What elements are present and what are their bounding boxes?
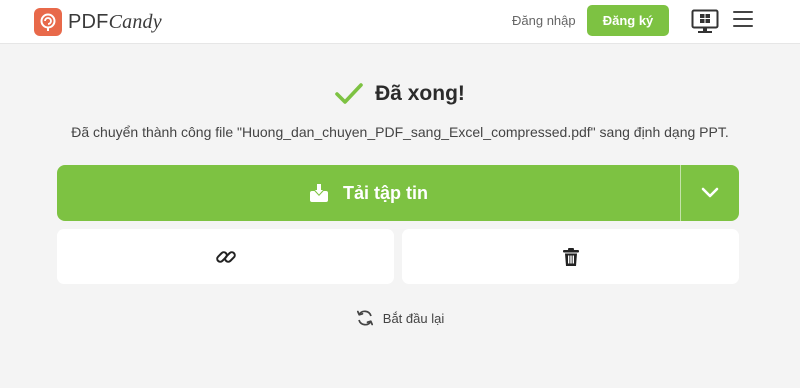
hamburger-menu-icon[interactable] <box>733 11 753 29</box>
done-heading: Đã xong! <box>0 82 800 106</box>
checkmark-icon <box>335 83 363 104</box>
top-header: PDFCandy Đăng nhập Đăng ký <box>0 0 800 44</box>
desktop-app-icon[interactable] <box>691 9 719 35</box>
menu-line <box>733 25 753 27</box>
menu-line <box>733 18 753 20</box>
logo-text-pdf: PDF <box>68 10 109 33</box>
login-link[interactable]: Đăng nhập <box>512 13 576 28</box>
link-icon <box>215 250 236 263</box>
restart-link[interactable]: Bắt đầu lại <box>0 309 800 327</box>
restart-label: Bắt đầu lại <box>382 310 445 326</box>
download-label: Tải tập tin <box>343 182 428 203</box>
menu-line <box>733 11 753 13</box>
download-button[interactable]: Tải tập tin <box>57 165 680 221</box>
logo-text-candy: Candy <box>108 10 162 33</box>
pdfcandy-logo[interactable]: PDFCandy <box>34 8 162 36</box>
delete-file-button[interactable] <box>402 229 739 284</box>
download-options-toggle[interactable] <box>681 165 739 221</box>
conversion-message: Đã chuyển thành công file "Huong_dan_chu… <box>71 124 729 140</box>
refresh-icon <box>356 310 373 326</box>
signup-button[interactable]: Đăng ký <box>587 5 669 36</box>
candy-logo-icon <box>34 8 62 36</box>
chevron-down-icon <box>701 187 719 198</box>
trash-icon <box>562 247 579 266</box>
copy-link-button[interactable] <box>57 229 394 284</box>
download-icon <box>310 184 328 202</box>
download-bar: Tải tập tin <box>57 165 739 221</box>
logo-wordmark: PDFCandy <box>68 11 162 34</box>
done-title: Đã xong! <box>375 82 465 105</box>
